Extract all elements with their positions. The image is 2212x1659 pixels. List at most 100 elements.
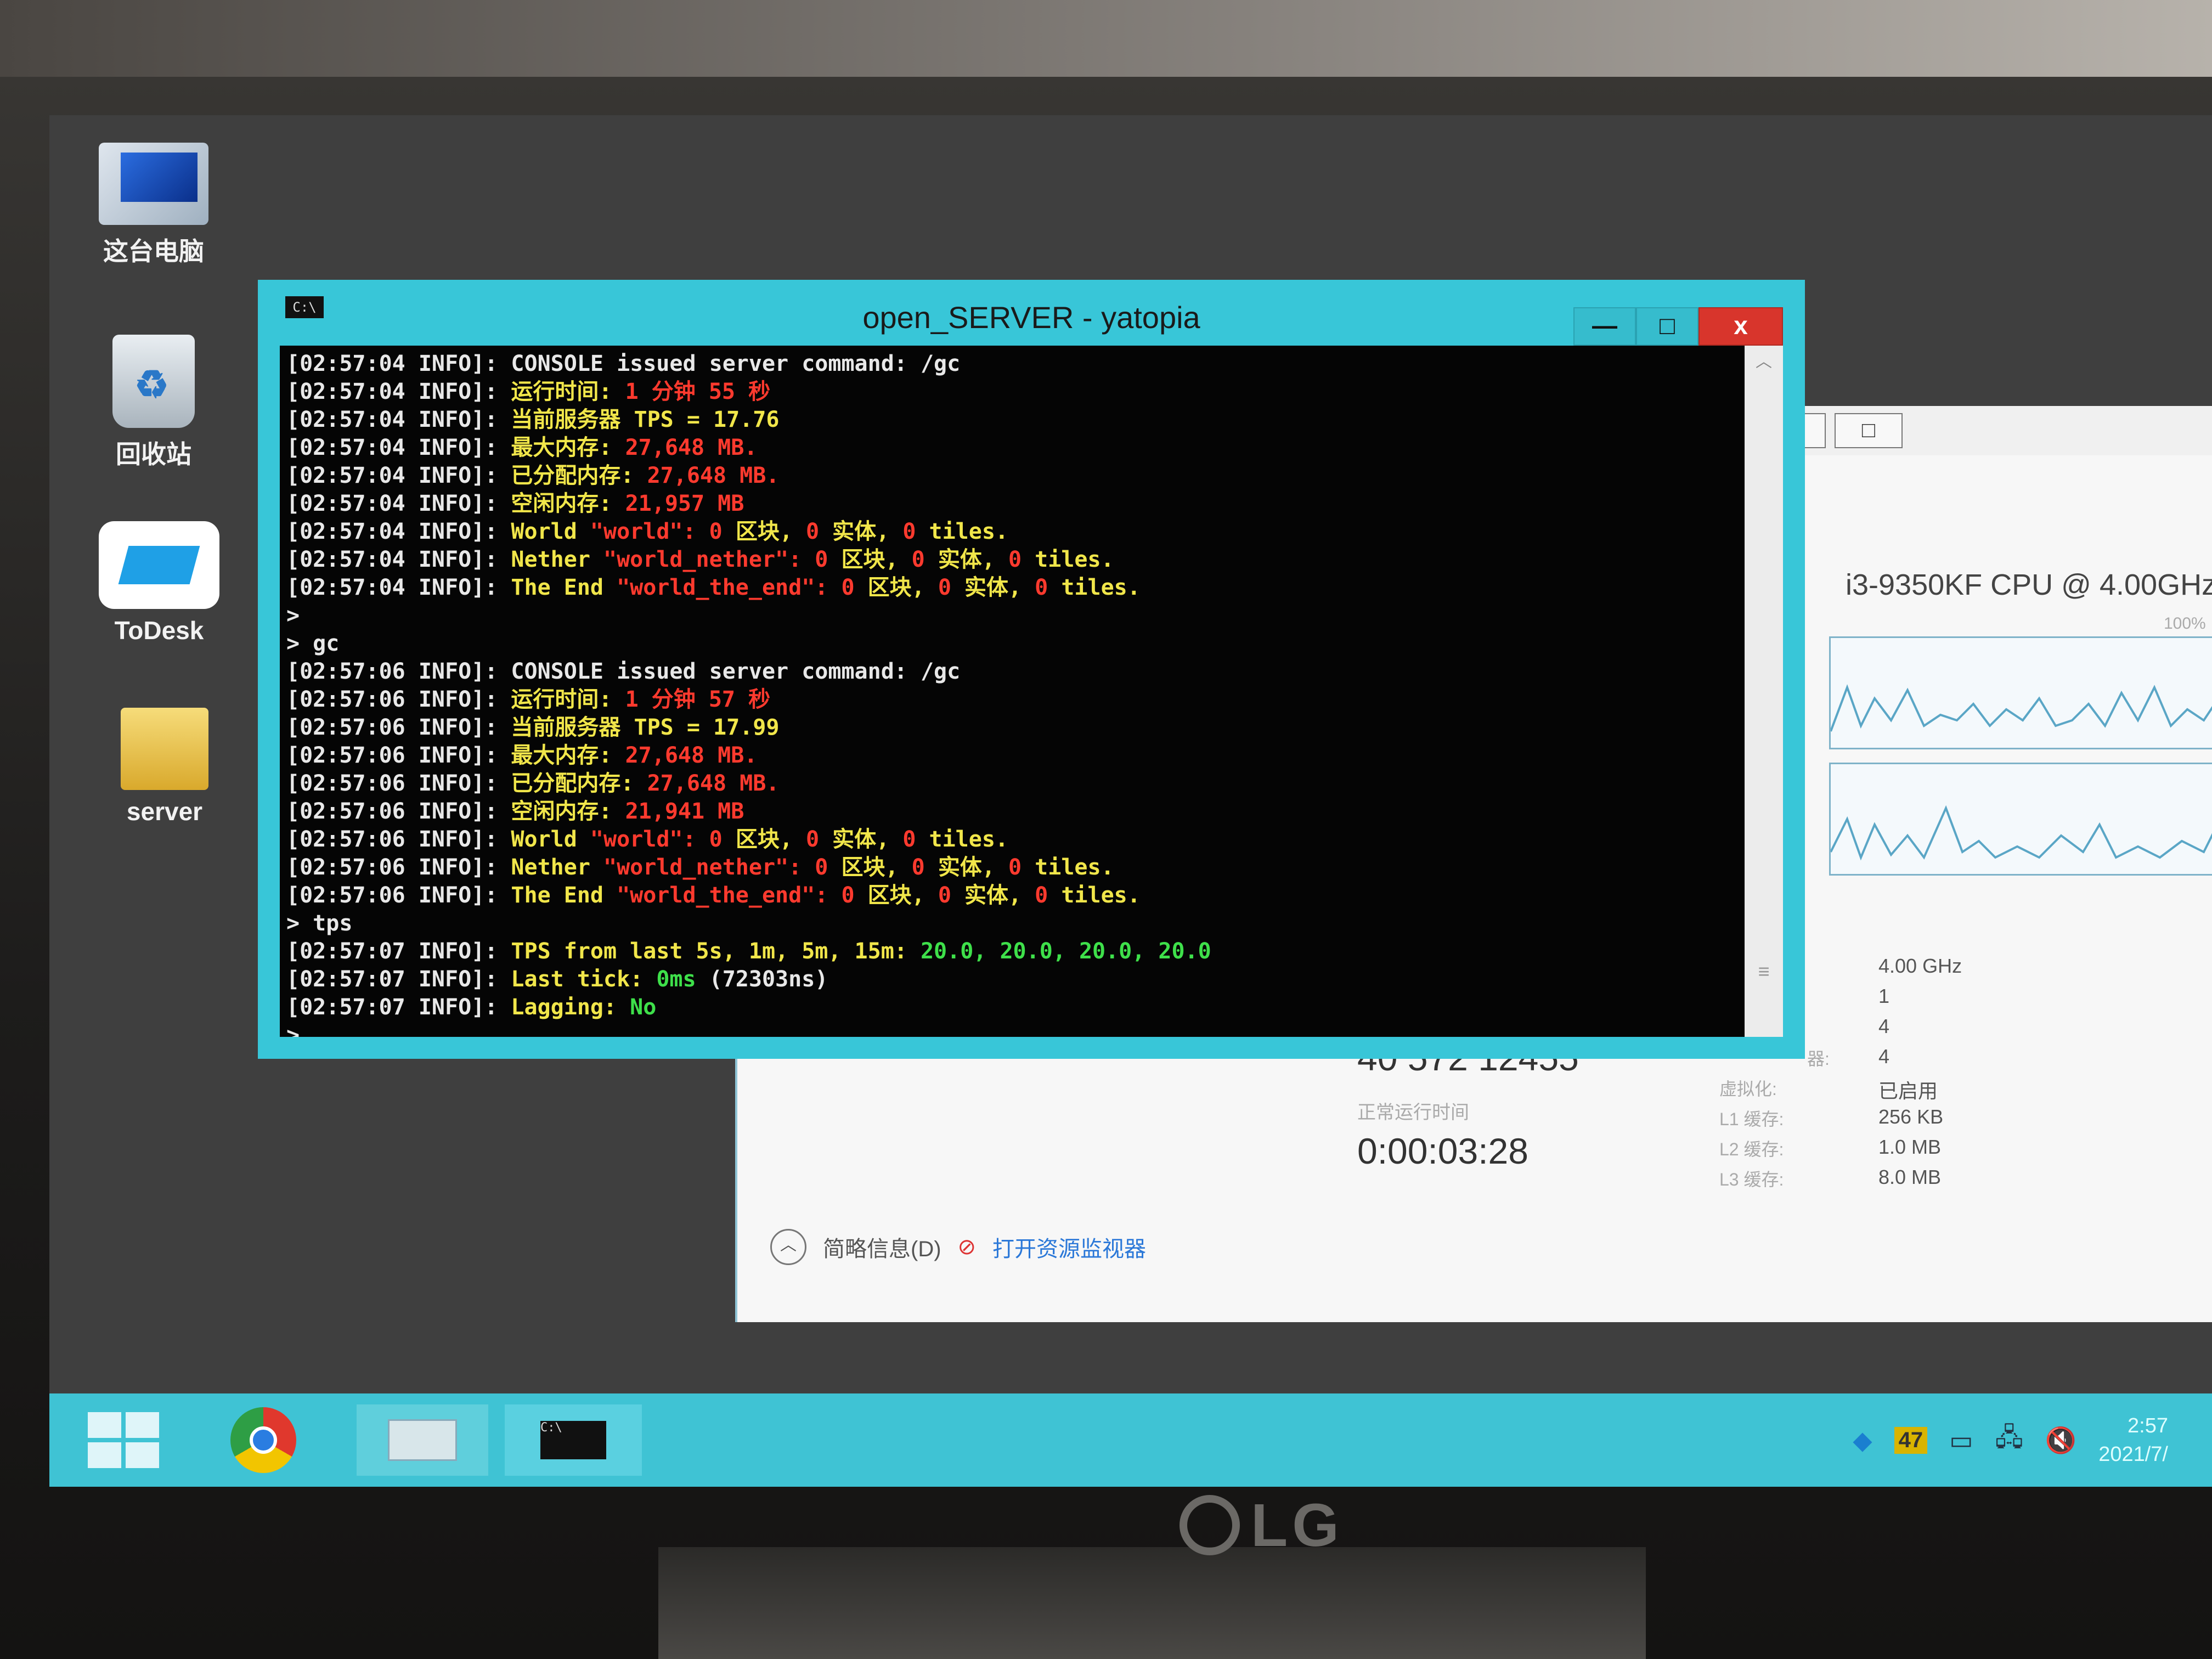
clock-date: 2021/7/ bbox=[2098, 1443, 2168, 1466]
console-line: [02:57:04 INFO]: CONSOLE issued server c… bbox=[286, 350, 1724, 378]
console-text-segment: 17.76 bbox=[713, 407, 780, 432]
chevron-up-icon[interactable]: ︿ bbox=[770, 1229, 806, 1265]
console-text-segment: 0 bbox=[806, 827, 833, 852]
console-text-segment: [02:57:04 INFO]: bbox=[286, 463, 511, 488]
maximize-button[interactable]: □ bbox=[1835, 413, 1903, 448]
console-text-segment: [02:57:04 INFO]: bbox=[286, 379, 511, 404]
console-text-segment: [02:57:06 INFO]: bbox=[286, 771, 511, 796]
console-text-segment: 20.0, 20.0, 20.0, 20.0 bbox=[920, 939, 1211, 964]
virtualization-label: 虚拟化: bbox=[1719, 1079, 1777, 1099]
close-button[interactable]: x bbox=[1699, 307, 1783, 346]
console-text-segment: "world_nether": bbox=[603, 855, 815, 880]
console-text-segment: Nether bbox=[511, 855, 603, 880]
console-text-segment: "world_the_end": bbox=[617, 883, 842, 908]
console-text-segment: CONSOLE issued server command: /gc bbox=[511, 351, 961, 376]
console-text-segment: 实体, bbox=[938, 855, 1008, 880]
taskbar-console-button[interactable]: C:\ bbox=[505, 1404, 642, 1476]
console-line: [02:57:06 INFO]: Nether "world_nether": … bbox=[286, 854, 1724, 882]
console-text-segment: "world": bbox=[590, 827, 709, 852]
open-resource-monitor-link[interactable]: 打开资源监视器 bbox=[992, 1231, 1146, 1263]
todesk-icon bbox=[99, 521, 219, 609]
console-text-segment: 27,648 MB. bbox=[625, 743, 758, 768]
console-text-segment: tiles. bbox=[1035, 547, 1114, 572]
l1-cache-value: 256 KB bbox=[1878, 1105, 1944, 1128]
console-text-segment: 0 bbox=[709, 519, 736, 544]
scroll-up-arrow-icon[interactable]: ︿ bbox=[1745, 346, 1783, 379]
console-text-segment: [02:57:06 INFO]: bbox=[286, 855, 511, 880]
console-text-segment: World bbox=[511, 519, 590, 544]
console-text-segment: 当前服务器 TPS = bbox=[511, 407, 713, 432]
console-text-segment: > bbox=[286, 603, 300, 628]
cpu-usage-graph-2 bbox=[1829, 763, 2212, 876]
console-text-segment: Nether bbox=[511, 547, 603, 572]
network-icon[interactable]: 🖧 bbox=[1995, 1419, 2023, 1462]
console-text-segment: 区块, bbox=[735, 827, 806, 852]
console-line: > bbox=[286, 1022, 1724, 1037]
desktop-icon-todesk[interactable]: ToDesk bbox=[88, 521, 230, 645]
console-line: [02:57:04 INFO]: 空闲内存: 21,957 MB bbox=[286, 490, 1724, 518]
taskbar-chrome-button[interactable] bbox=[208, 1404, 318, 1476]
clock-time: 2:57 bbox=[2128, 1414, 2168, 1437]
console-text-segment: 0 bbox=[938, 883, 964, 908]
desktop-icon-label: ToDesk bbox=[114, 616, 204, 645]
scroll-grip-icon[interactable]: ≡ bbox=[1745, 960, 1783, 983]
console-text-segment: > gc bbox=[286, 631, 340, 656]
console-text-segment: 空闲内存: bbox=[511, 799, 625, 824]
console-text-segment: 区块, bbox=[867, 883, 938, 908]
monitor-brand-logo: LG bbox=[1180, 1492, 1388, 1559]
cpu-usage-graph bbox=[1829, 636, 2212, 749]
console-text-segment: "world": bbox=[590, 519, 709, 544]
console-text-segment: 区块, bbox=[841, 855, 912, 880]
cpu-graph-line bbox=[1830, 805, 2212, 861]
cpu-model-name: i3-9350KF CPU @ 4.00GHz bbox=[1846, 568, 2212, 601]
console-text-segment: [02:57:04 INFO]: bbox=[286, 407, 511, 432]
console-text-segment: 0 bbox=[1035, 883, 1062, 908]
minimize-button[interactable]: — bbox=[1573, 307, 1636, 346]
console-output-area[interactable]: [02:57:04 INFO]: CONSOLE issued server c… bbox=[280, 346, 1783, 1037]
desktop-icon-server-folder[interactable]: server bbox=[93, 708, 236, 826]
console-text-segment: 27,648 MB. bbox=[625, 435, 758, 460]
console-titlebar[interactable]: C:\ open_SERVER - yatopia — □ x bbox=[280, 280, 1783, 346]
console-text-segment: [02:57:06 INFO]: bbox=[286, 715, 511, 740]
windows-logo-tile bbox=[88, 1442, 121, 1468]
tray-temperature-badge[interactable]: 47 bbox=[1894, 1426, 1928, 1454]
console-title: open_SERVER - yatopia bbox=[862, 300, 1200, 335]
console-text-segment: 区块, bbox=[841, 547, 912, 572]
cores-value: 4 bbox=[1878, 1015, 1890, 1037]
start-button[interactable] bbox=[71, 1404, 176, 1476]
taskbar-task-manager-button[interactable] bbox=[357, 1404, 488, 1476]
desktop-icon-this-pc[interactable]: 这台电脑 bbox=[82, 143, 225, 268]
monitor-stand bbox=[658, 1547, 1646, 1659]
brief-info-button[interactable]: 简略信息(D) bbox=[823, 1231, 941, 1263]
desktop-icon-recycle-bin[interactable]: 回收站 bbox=[82, 335, 225, 471]
console-line: [02:57:06 INFO]: 空闲内存: 21,941 MB bbox=[286, 798, 1724, 826]
todesk-tray-icon[interactable]: ◆ bbox=[1853, 1425, 1872, 1455]
l3-cache-value: 8.0 MB bbox=[1878, 1166, 1942, 1188]
console-text-segment: 0 bbox=[709, 827, 736, 852]
console-text-segment: 21,941 MB bbox=[625, 799, 744, 824]
console-line: [02:57:06 INFO]: 运行时间: 1 分钟 57 秒 bbox=[286, 686, 1724, 714]
l2-cache-label: L2 缓存: bbox=[1719, 1139, 1784, 1159]
console-text-segment: tiles. bbox=[929, 519, 1009, 544]
volume-muted-icon[interactable]: 🔇 bbox=[2045, 1425, 2076, 1455]
console-text-segment: 0 bbox=[902, 519, 929, 544]
console-text-segment: 0 bbox=[911, 547, 938, 572]
desktop-screen: 这台电脑 回收站 ToDesk server — □ i3-9350KF CPU… bbox=[49, 115, 2212, 1487]
console-line: [02:57:07 INFO]: Last tick: 0ms (72303ns… bbox=[286, 966, 1724, 994]
action-center-icon[interactable]: ▭ bbox=[1949, 1425, 1973, 1455]
console-text-segment: World bbox=[511, 827, 590, 852]
folder-icon bbox=[121, 708, 208, 790]
console-text-segment: Last tick: bbox=[511, 967, 657, 992]
console-text-segment: The End bbox=[511, 883, 617, 908]
tray-clock[interactable]: 2:57 2021/7/ bbox=[2098, 1412, 2168, 1469]
console-text-segment: 0 bbox=[806, 519, 833, 544]
console-text-segment: 实体, bbox=[964, 883, 1035, 908]
console-line: [02:57:04 INFO]: 当前服务器 TPS = 17.76 bbox=[286, 406, 1724, 434]
maximize-button[interactable]: □ bbox=[1636, 307, 1699, 346]
console-text-segment: Lagging: bbox=[511, 995, 630, 1020]
console-window[interactable]: C:\ open_SERVER - yatopia — □ x [02:57:0… bbox=[258, 280, 1805, 1059]
console-line: [02:57:06 INFO]: World "world": 0 区块, 0 … bbox=[286, 826, 1724, 854]
console-scrollbar[interactable]: ︿ ≡ bbox=[1745, 346, 1783, 1037]
console-text-segment: 0 bbox=[815, 855, 842, 880]
console-text-segment: [02:57:06 INFO]: bbox=[286, 659, 511, 684]
